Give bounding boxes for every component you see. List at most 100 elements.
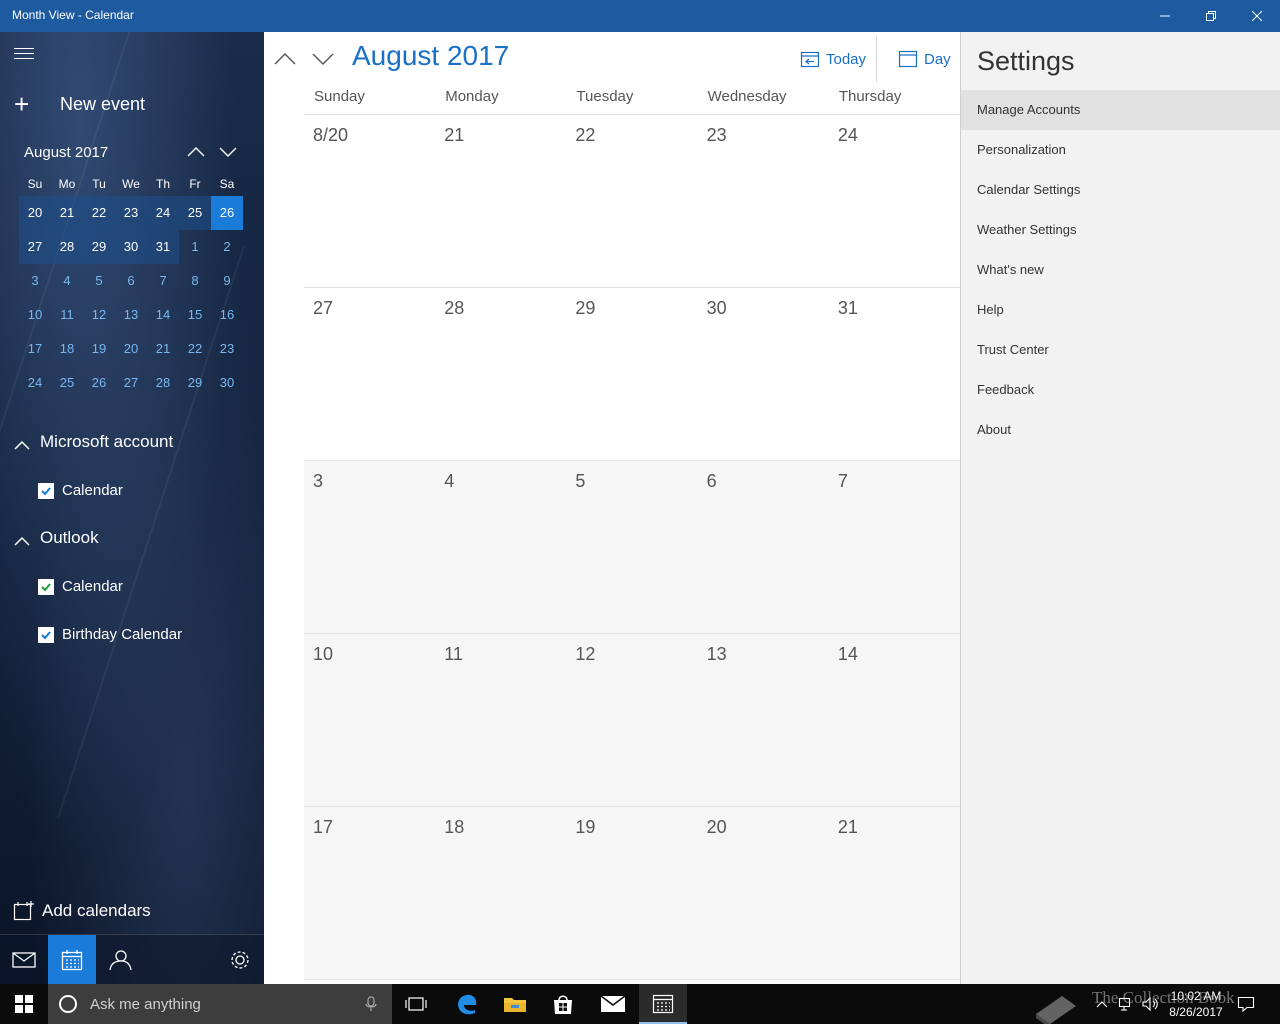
settings-item-weather-settings[interactable]: Weather Settings (961, 210, 1280, 250)
start-button[interactable] (0, 984, 48, 1024)
mini-calendar-day[interactable]: 25 (51, 366, 83, 400)
cortana-search-box[interactable]: Ask me anything (48, 984, 392, 1024)
day-cell[interactable]: 27 (304, 288, 435, 460)
day-cell[interactable]: 8/20 (304, 115, 435, 287)
day-cell[interactable]: 4 (435, 461, 566, 633)
edge-button[interactable] (443, 984, 491, 1024)
day-cell[interactable]: 12 (566, 634, 697, 806)
day-cell[interactable]: 31 (829, 288, 960, 460)
mini-next-month-button[interactable] (216, 142, 240, 162)
day-cell[interactable]: 20 (698, 807, 829, 979)
calendar-app-button[interactable] (639, 984, 687, 1024)
close-button[interactable] (1234, 0, 1280, 32)
settings-item-what-s-new[interactable]: What's new (961, 250, 1280, 290)
today-button[interactable]: Today (800, 50, 866, 68)
checkbox-checked-icon[interactable] (38, 482, 54, 499)
mini-calendar-day[interactable]: 2 (211, 230, 243, 264)
month-title[interactable]: August 2017 (352, 40, 509, 72)
store-button[interactable] (539, 984, 587, 1024)
next-month-button[interactable] (310, 48, 336, 70)
calendar-item[interactable]: Birthday Calendar (38, 626, 182, 643)
mini-calendar-day[interactable]: 16 (211, 298, 243, 332)
calendar-item[interactable]: Calendar (38, 482, 123, 499)
mini-calendar-day[interactable]: 7 (147, 264, 179, 298)
account-group-microsoft[interactable]: Microsoft account (14, 432, 173, 452)
day-cell[interactable]: 13 (698, 634, 829, 806)
mini-calendar-day[interactable]: 1 (179, 230, 211, 264)
mini-calendar-day[interactable]: 17 (19, 332, 51, 366)
mini-calendar-day[interactable]: 10 (19, 298, 51, 332)
mini-calendar-day[interactable]: 18 (51, 332, 83, 366)
settings-item-trust-center[interactable]: Trust Center (961, 330, 1280, 370)
day-cell[interactable]: 19 (566, 807, 697, 979)
mini-calendar-day[interactable]: 11 (51, 298, 83, 332)
mini-calendar-day[interactable]: 9 (211, 264, 243, 298)
settings-item-calendar-settings[interactable]: Calendar Settings (961, 170, 1280, 210)
mini-calendar-day[interactable]: 27 (115, 366, 147, 400)
mini-calendar-day[interactable]: 20 (19, 196, 51, 230)
mini-calendar-month[interactable]: August 2017 (24, 144, 108, 161)
mini-calendar-day[interactable]: 30 (211, 366, 243, 400)
calendar-button[interactable] (48, 935, 96, 984)
account-group-outlook[interactable]: Outlook (14, 528, 99, 548)
mini-calendar-day[interactable]: 21 (147, 332, 179, 366)
day-cell[interactable]: 23 (698, 115, 829, 287)
mini-calendar-day[interactable]: 27 (19, 230, 51, 264)
mini-calendar-day[interactable]: 28 (147, 366, 179, 400)
day-cell[interactable]: 11 (435, 634, 566, 806)
checkbox-checked-icon[interactable] (38, 578, 54, 595)
calendar-item[interactable]: Calendar (38, 578, 123, 595)
mail-button[interactable] (0, 935, 48, 984)
mini-calendar-day[interactable]: 24 (147, 196, 179, 230)
mini-calendar-day[interactable]: 26 (83, 366, 115, 400)
mini-calendar-day[interactable]: 26 (211, 196, 243, 230)
mini-calendar-day[interactable]: 13 (115, 298, 147, 332)
mini-calendar-day[interactable]: 8 (179, 264, 211, 298)
day-cell[interactable]: 18 (435, 807, 566, 979)
mini-calendar-day[interactable]: 3 (19, 264, 51, 298)
hamburger-menu-icon[interactable] (14, 48, 34, 64)
mini-calendar-day[interactable]: 21 (51, 196, 83, 230)
day-cell[interactable]: 17 (304, 807, 435, 979)
mail-app-button[interactable] (589, 984, 637, 1024)
day-cell[interactable]: 6 (698, 461, 829, 633)
mini-calendar-day[interactable]: 23 (115, 196, 147, 230)
mini-calendar-day[interactable]: 29 (83, 230, 115, 264)
task-view-button[interactable] (394, 984, 438, 1024)
day-cell[interactable]: 29 (566, 288, 697, 460)
microphone-icon[interactable] (365, 996, 377, 1012)
day-cell[interactable]: 30 (698, 288, 829, 460)
settings-item-manage-accounts[interactable]: Manage Accounts (961, 90, 1280, 130)
mini-calendar-day[interactable]: 28 (51, 230, 83, 264)
add-calendars-button[interactable]: Add calendars (12, 900, 151, 922)
people-button[interactable] (96, 935, 144, 984)
day-cell[interactable]: 7 (829, 461, 960, 633)
mini-calendar-day[interactable]: 24 (19, 366, 51, 400)
new-event-button[interactable]: + New event (14, 91, 145, 117)
mini-calendar-day[interactable]: 15 (179, 298, 211, 332)
mini-calendar-day[interactable]: 6 (115, 264, 147, 298)
file-explorer-button[interactable] (491, 984, 539, 1024)
previous-month-button[interactable] (272, 48, 298, 70)
mini-calendar-day[interactable]: 22 (179, 332, 211, 366)
mini-calendar-day[interactable]: 19 (83, 332, 115, 366)
day-cell[interactable]: 14 (829, 634, 960, 806)
mini-calendar-day[interactable]: 30 (115, 230, 147, 264)
day-cell[interactable]: 21 (829, 807, 960, 979)
mini-calendar-day[interactable]: 23 (211, 332, 243, 366)
action-center-button[interactable] (1234, 984, 1258, 1024)
day-view-button[interactable]: Day (898, 50, 951, 68)
settings-item-personalization[interactable]: Personalization (961, 130, 1280, 170)
mini-calendar-day[interactable]: 31 (147, 230, 179, 264)
day-cell[interactable]: 3 (304, 461, 435, 633)
minimize-button[interactable] (1142, 0, 1188, 32)
checkbox-checked-icon[interactable] (38, 626, 54, 643)
mini-calendar-day[interactable]: 20 (115, 332, 147, 366)
day-cell[interactable]: 22 (566, 115, 697, 287)
mini-calendar-day[interactable]: 22 (83, 196, 115, 230)
settings-button[interactable] (216, 935, 264, 984)
mini-calendar-day[interactable]: 25 (179, 196, 211, 230)
settings-item-help[interactable]: Help (961, 290, 1280, 330)
day-cell[interactable]: 21 (435, 115, 566, 287)
mini-calendar-day[interactable]: 14 (147, 298, 179, 332)
